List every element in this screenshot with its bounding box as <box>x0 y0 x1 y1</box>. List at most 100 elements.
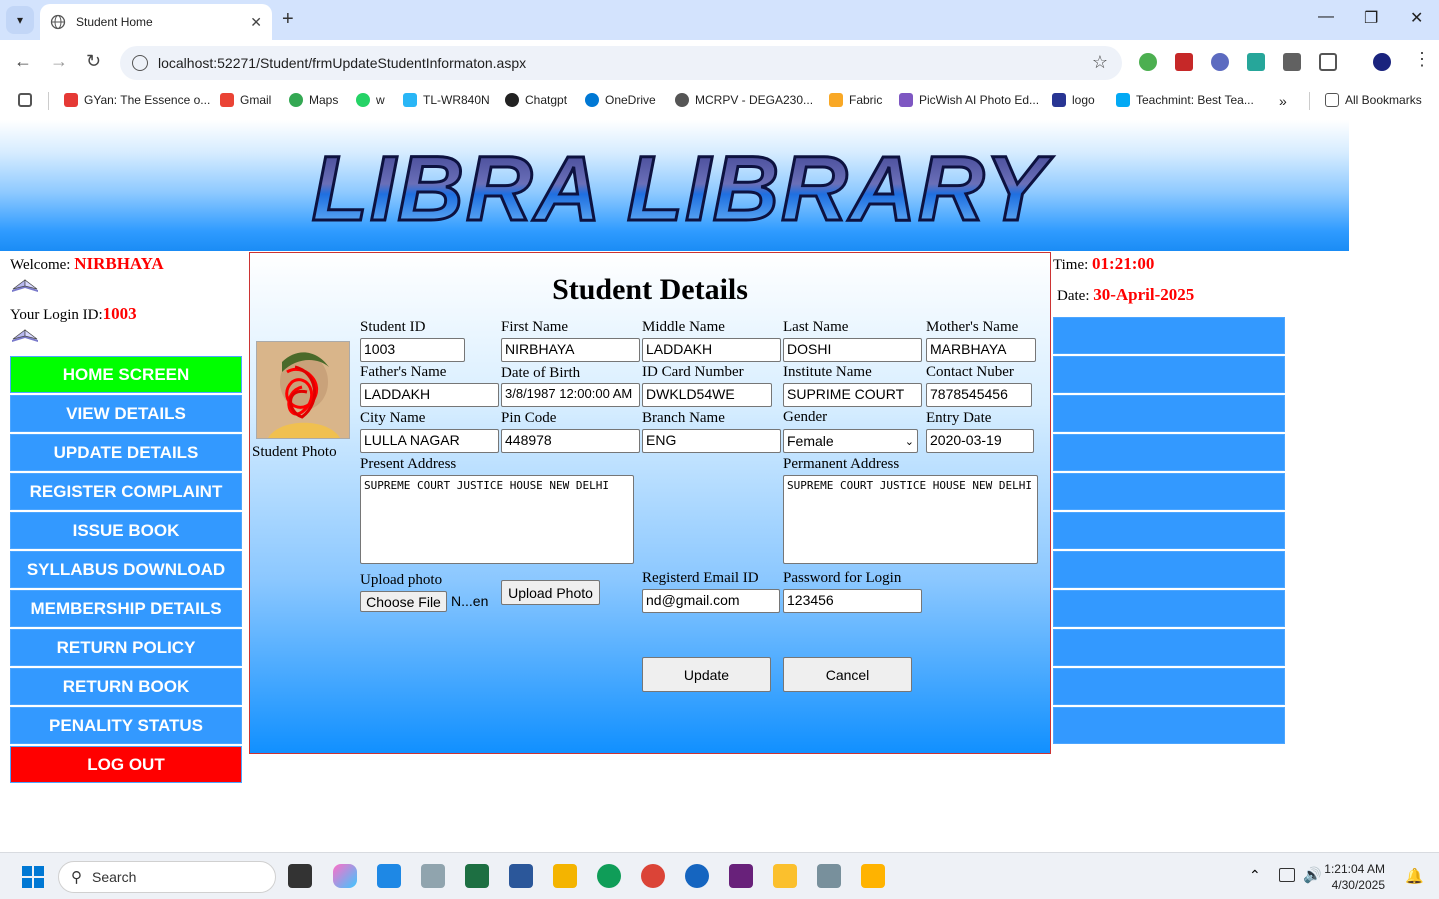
windows-start-icon[interactable] <box>22 866 44 888</box>
permanent-address-field[interactable]: SUPREME COURT JUSTICE HOUSE NEW DELHI <box>783 475 1038 564</box>
menu-dots-icon[interactable]: ⋮ <box>1413 49 1431 70</box>
url-text: localhost:52271/Student/frmUpdateStudent… <box>158 55 527 71</box>
file-explorer-icon[interactable] <box>553 864 577 888</box>
logout-button[interactable]: LOG OUT <box>10 746 242 783</box>
home-screen-button[interactable]: HOME SCREEN <box>10 356 242 393</box>
right-block <box>1053 590 1285 627</box>
notepad-icon[interactable] <box>377 864 401 888</box>
browser-tab[interactable]: Student Home ✕ <box>40 4 272 40</box>
folder-icon <box>1325 93 1339 107</box>
bookmark-item[interactable]: logo <box>1052 93 1095 107</box>
update-button[interactable]: Update <box>642 657 771 692</box>
task-view-icon[interactable] <box>288 864 312 888</box>
app-icon[interactable] <box>685 864 709 888</box>
chrome-icon[interactable] <box>641 864 665 888</box>
register-complaint-button[interactable]: REGISTER COMPLAINT <box>10 473 242 510</box>
forward-button[interactable]: → <box>50 51 68 72</box>
new-tab-button[interactable]: + <box>282 8 294 31</box>
branch-field[interactable]: ENG <box>642 429 781 453</box>
all-bookmarks-folder[interactable]: All Bookmarks <box>1325 93 1422 107</box>
email-field[interactable]: nd@gmail.com <box>642 589 780 613</box>
bookmark-item[interactable]: MCRPV - DEGA230... <box>675 93 813 107</box>
penality-status-button[interactable]: PENALITY STATUS <box>10 707 242 744</box>
bookmark-item[interactable]: Gmail <box>220 93 271 107</box>
bookmark-item[interactable]: Fabric <box>829 93 882 107</box>
more-bookmarks-icon[interactable]: » <box>1279 93 1287 109</box>
app-icon[interactable] <box>861 864 885 888</box>
present-address-label: Present Address <box>360 456 457 472</box>
save-extension-icon[interactable] <box>1247 53 1265 71</box>
excel-icon[interactable] <box>465 864 489 888</box>
bookmark-item[interactable]: Maps <box>289 93 338 107</box>
cancel-button[interactable]: Cancel <box>783 657 912 692</box>
restore-button[interactable]: ❐ <box>1364 8 1378 28</box>
bookmark-item[interactable]: TL-WR840N <box>403 93 490 107</box>
upload-photo-button[interactable]: Upload Photo <box>501 580 600 605</box>
taskbar-search[interactable]: ⚲ Search <box>58 861 276 893</box>
city-field[interactable]: LULLA NAGAR <box>360 429 499 453</box>
edge-icon[interactable] <box>597 864 621 888</box>
return-book-button[interactable]: RETURN BOOK <box>10 668 242 705</box>
right-block <box>1053 668 1285 705</box>
contact-field[interactable]: 7878545456 <box>926 383 1032 407</box>
calculator-icon[interactable] <box>421 864 445 888</box>
bookmark-item[interactable]: GYan: The Essence o... <box>64 93 210 107</box>
pdf-extension-icon[interactable] <box>1175 53 1193 71</box>
update-details-button[interactable]: UPDATE DETAILS <box>10 434 242 471</box>
app-icon[interactable] <box>773 864 797 888</box>
globe-icon <box>675 93 689 107</box>
password-field[interactable]: 123456 <box>783 589 922 613</box>
bookmark-item[interactable]: w <box>356 93 385 107</box>
profile-avatar[interactable] <box>1373 53 1391 71</box>
id-card-field[interactable]: DWKLD54WE <box>642 383 772 407</box>
dob-field[interactable]: 3/8/1987 12:00:00 AM <box>501 383 640 407</box>
bookmark-item[interactable]: OneDrive <box>585 93 656 107</box>
view-details-button[interactable]: VIEW DETAILS <box>10 395 242 432</box>
library-logo: LIBRA LIBRARY <box>310 138 1053 238</box>
choose-file-button[interactable]: Choose File <box>360 591 447 612</box>
reload-button[interactable]: ↻ <box>86 51 101 72</box>
bookmark-star-icon[interactable]: ☆ <box>1092 52 1108 73</box>
bookmark-item[interactable]: Chatgpt <box>505 93 567 107</box>
membership-details-button[interactable]: MEMBERSHIP DETAILS <box>10 590 242 627</box>
return-policy-button[interactable]: RETURN POLICY <box>10 629 242 666</box>
copilot-icon[interactable] <box>333 864 357 888</box>
mothers-name-field[interactable]: MARBHAYA <box>926 338 1036 362</box>
present-address-field[interactable]: SUPREME COURT JUSTICE HOUSE NEW DELHI <box>360 475 634 564</box>
tab-search-button[interactable]: ▾ <box>6 6 34 34</box>
issue-book-button[interactable]: ISSUE BOOK <box>10 512 242 549</box>
first-name-field[interactable]: NIRBHAYA <box>501 338 640 362</box>
close-window-button[interactable]: ✕ <box>1410 8 1423 28</box>
browser-tab-strip: ▾ Student Home ✕ + — ❐ ✕ <box>0 0 1439 40</box>
fathers-name-field[interactable]: LADDAKH <box>360 383 499 407</box>
site-info-icon[interactable] <box>132 55 148 71</box>
chevron-up-icon[interactable]: ⌃ <box>1249 867 1261 884</box>
s-extension-icon[interactable] <box>1283 53 1301 71</box>
extension-icon[interactable] <box>1139 53 1157 71</box>
apps-grid-icon[interactable] <box>18 93 38 107</box>
gender-select[interactable]: Female ⌄ <box>783 429 918 453</box>
app-icon[interactable] <box>817 864 841 888</box>
word-icon[interactable] <box>509 864 533 888</box>
entry-date-label: Entry Date <box>926 410 992 426</box>
middle-name-field[interactable]: LADDAKH <box>642 338 781 362</box>
minimize-button[interactable]: — <box>1318 8 1334 26</box>
notification-bell-icon[interactable]: 🔔 <box>1405 867 1424 885</box>
visual-studio-icon[interactable] <box>729 864 753 888</box>
institute-field[interactable]: SUPRIME COURT <box>783 383 922 407</box>
entry-date-field[interactable]: 2020-03-19 <box>926 429 1034 453</box>
close-tab-icon[interactable]: ✕ <box>250 14 262 31</box>
syllabus-download-button[interactable]: SYLLABUS DOWNLOAD <box>10 551 242 588</box>
volume-icon[interactable]: 🔊 <box>1303 866 1322 884</box>
address-bar[interactable]: localhost:52271/Student/frmUpdateStudent… <box>120 46 1122 80</box>
back-button[interactable]: ← <box>14 51 32 72</box>
system-clock[interactable]: 1:21:04 AM 4/30/2025 <box>1324 861 1385 893</box>
bookmark-item[interactable]: PicWish AI Photo Ed... <box>899 93 1039 107</box>
extensions-puzzle-icon[interactable] <box>1319 53 1337 71</box>
student-id-field[interactable]: 1003 <box>360 338 465 362</box>
last-name-field[interactable]: DOSHI <box>783 338 922 362</box>
network-icon[interactable] <box>1279 868 1295 882</box>
pin-field[interactable]: 448978 <box>501 429 640 453</box>
extension-icon[interactable] <box>1211 53 1229 71</box>
bookmark-item[interactable]: Teachmint: Best Tea... <box>1116 93 1254 107</box>
